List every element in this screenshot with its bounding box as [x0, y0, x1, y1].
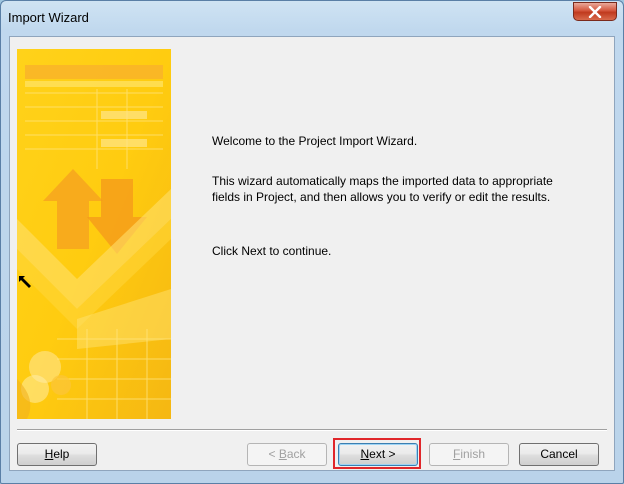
close-button[interactable]: [573, 2, 617, 21]
mouse-pointer-icon: [19, 276, 31, 288]
finish-label-rest: inish: [460, 447, 486, 461]
cancel-button[interactable]: Cancel: [519, 443, 599, 466]
next-button[interactable]: Next >: [338, 443, 418, 466]
import-wizard-window: Import Wizard Welcome to the Project Imp…: [0, 0, 624, 484]
next-label-rest: ext >: [369, 447, 396, 461]
help-label-rest: elp: [53, 447, 70, 461]
button-separator: [17, 429, 607, 431]
welcome-text: Welcome to the Project Import Wizard.: [212, 134, 418, 148]
title-bar[interactable]: Import Wizard: [1, 1, 623, 35]
next-mnemonic: N: [360, 447, 370, 461]
window-title: Import Wizard: [8, 10, 89, 25]
back-button[interactable]: < Back: [247, 443, 327, 466]
help-button[interactable]: Help: [17, 443, 97, 466]
wizard-banner-image: [17, 49, 171, 419]
back-prefix: <: [268, 447, 279, 461]
back-mnemonic: B: [278, 447, 287, 461]
close-icon: [588, 6, 602, 18]
wizard-client-area: Welcome to the Project Import Wizard. Th…: [9, 36, 615, 471]
description-text: This wizard automatically maps the impor…: [212, 174, 553, 204]
instruction-text: Click Next to continue.: [212, 244, 332, 258]
back-label-rest: ack: [286, 447, 306, 461]
finish-button[interactable]: Finish: [429, 443, 509, 466]
